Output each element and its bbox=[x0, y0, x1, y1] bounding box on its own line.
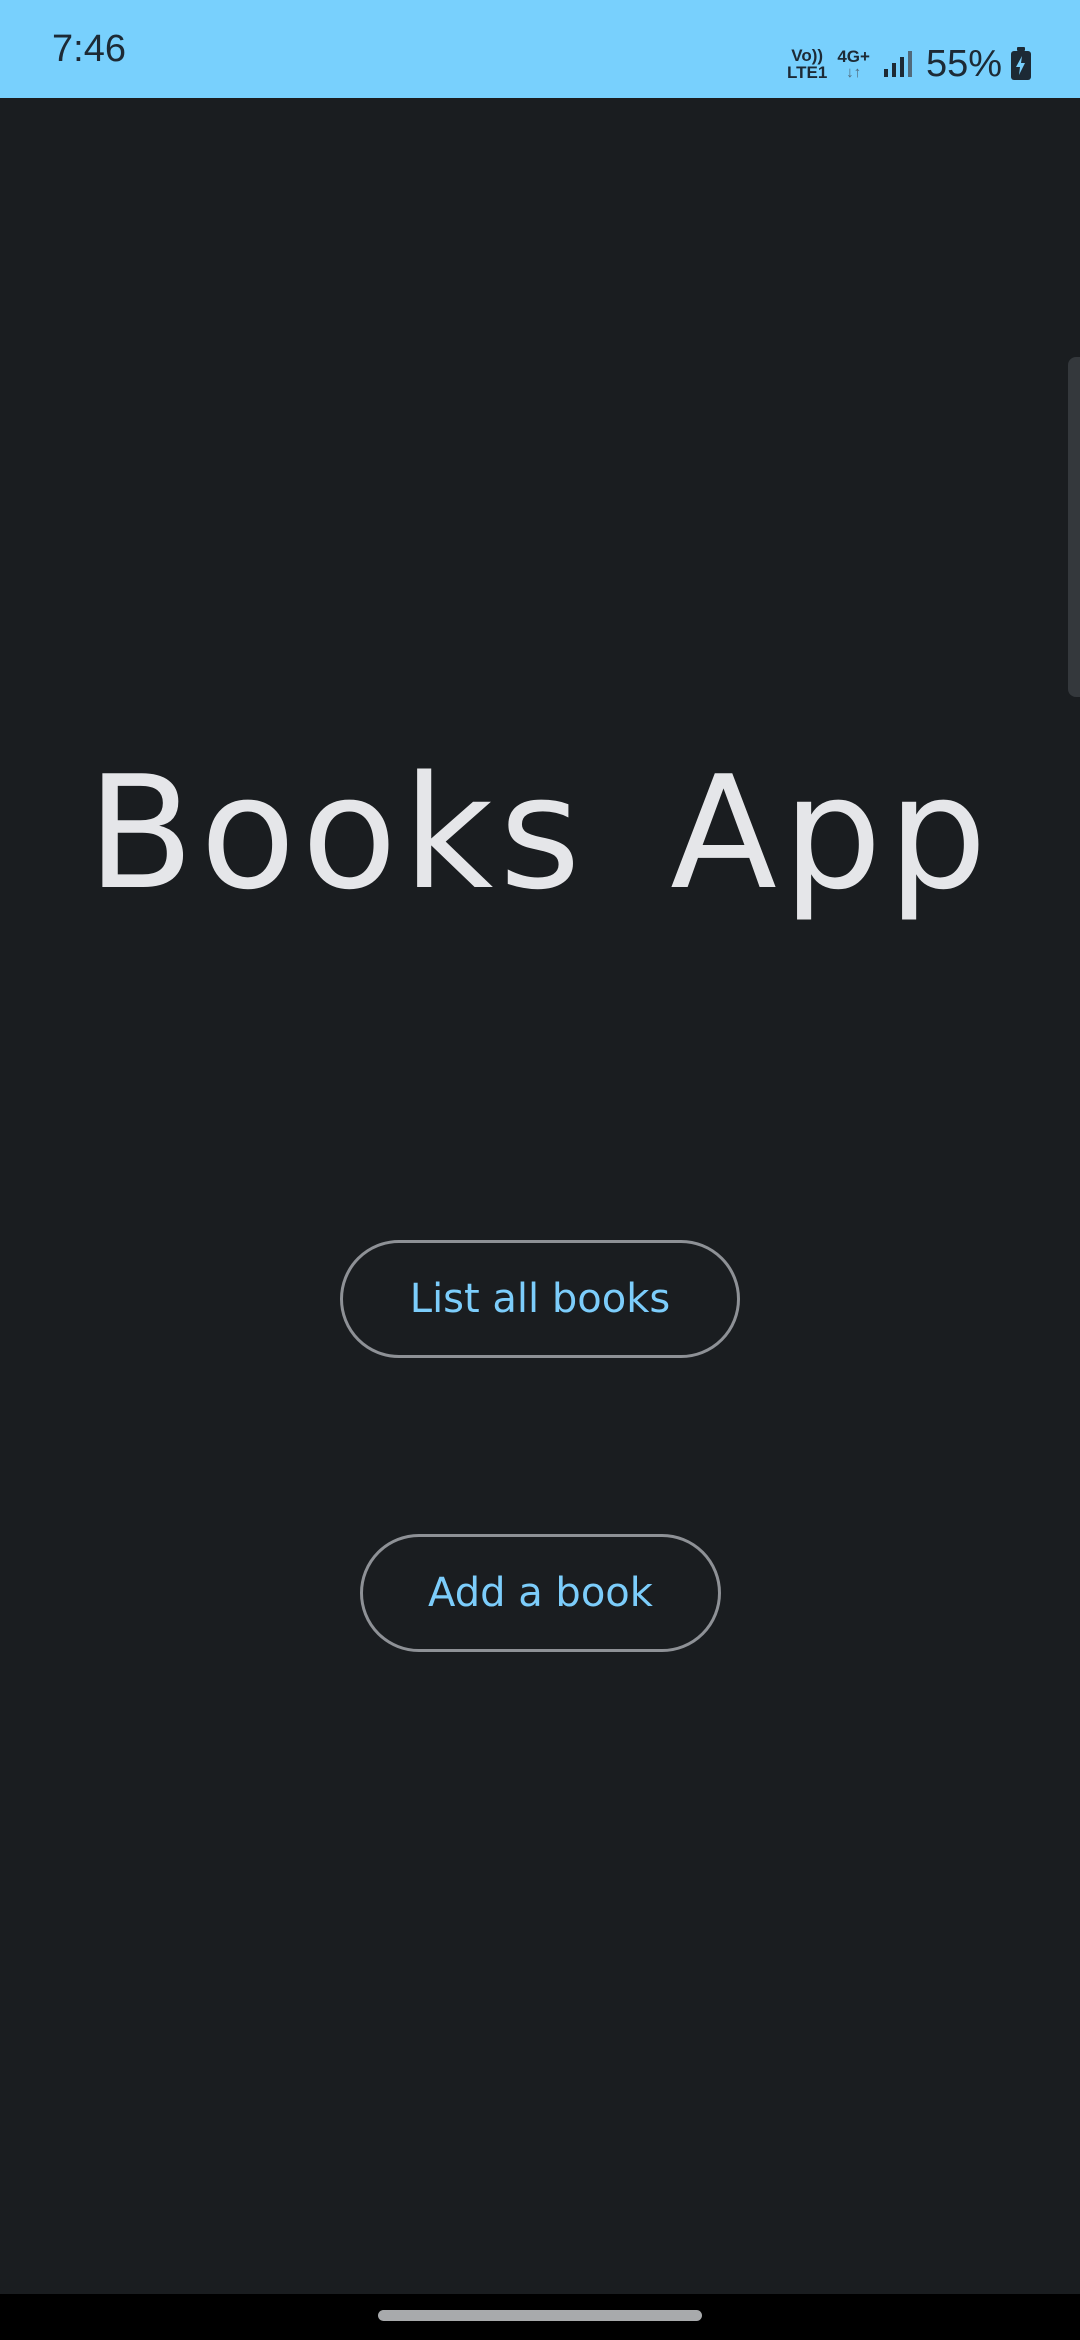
home-gesture-handle[interactable] bbox=[378, 2310, 702, 2321]
add-book-button[interactable]: Add a book bbox=[360, 1534, 721, 1652]
status-bar: 7:46 Vo)) LTE1 4G+ ↓↑ 55% bbox=[0, 0, 1080, 98]
signal-icon bbox=[883, 51, 912, 77]
battery-charging-icon bbox=[1011, 47, 1031, 80]
volte-bottom-label: LTE1 bbox=[787, 63, 828, 82]
status-time: 7:46 bbox=[52, 28, 126, 70]
volte-top-label: Vo)) bbox=[791, 46, 824, 65]
volte-indicator: Vo)) LTE1 bbox=[787, 47, 827, 81]
app-title: Books App bbox=[87, 742, 993, 924]
scroll-indicator[interactable] bbox=[1068, 357, 1080, 697]
list-all-books-button[interactable]: List all books bbox=[340, 1240, 740, 1358]
network-type: 4G+ bbox=[837, 47, 870, 66]
battery-percentage: 55% bbox=[925, 43, 1002, 85]
status-icons: Vo)) LTE1 4G+ ↓↑ 55% bbox=[787, 40, 1032, 88]
data-activity-icon: ↓↑ bbox=[846, 64, 862, 81]
navigation-bar bbox=[0, 2294, 1080, 2340]
network-indicator: 4G+ ↓↑ bbox=[837, 48, 870, 80]
